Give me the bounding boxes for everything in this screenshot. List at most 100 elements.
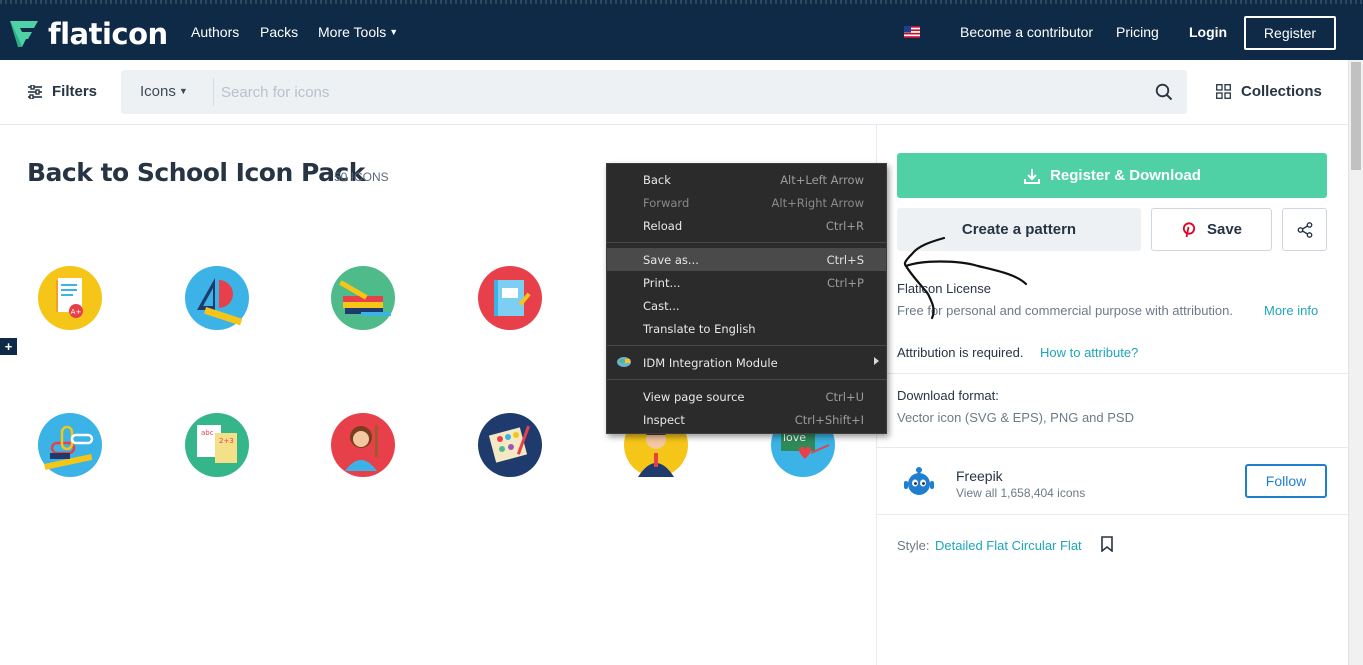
become-contributor-link[interactable]: Become a contributor	[960, 24, 1093, 40]
ctx-print[interactable]: Print... Ctrl+P	[607, 271, 886, 294]
nav-packs[interactable]: Packs	[260, 24, 298, 40]
ctx-separator	[607, 379, 886, 380]
flaticon-logo[interactable]: flaticon	[8, 17, 168, 51]
how-to-attribute-link[interactable]: How to attribute?	[1040, 345, 1138, 360]
teacher-icon	[345, 425, 378, 471]
freepik-avatar[interactable]	[901, 464, 937, 500]
search-input[interactable]	[221, 76, 1141, 108]
pack-sidebar: Register & Download Create a pattern Sav…	[876, 125, 1349, 665]
pack-icon-teacher[interactable]	[331, 413, 395, 477]
us-flag-icon[interactable]	[904, 26, 920, 38]
search-icon[interactable]	[1155, 83, 1173, 101]
ctx-reload[interactable]: Reload Ctrl+R	[607, 214, 886, 237]
collections-button[interactable]: Collections	[1216, 83, 1322, 100]
bookmark-icon[interactable]	[1101, 536, 1113, 552]
pinterest-icon	[1182, 221, 1196, 237]
search-type-label: Icons	[140, 83, 176, 100]
ctx-print-shortcut: Ctrl+P	[826, 276, 864, 290]
ctx-idm-module[interactable]: IDM Integration Module	[607, 351, 886, 374]
pack-icon-geometry-tools[interactable]	[185, 266, 249, 330]
divider	[877, 514, 1349, 515]
ctx-save-as-label: Save as...	[643, 253, 699, 267]
license-title: Flaticon License	[897, 281, 991, 296]
ctx-reload-label: Reload	[643, 219, 683, 233]
collections-label: Collections	[1241, 83, 1322, 100]
ctx-translate-label: Translate to English	[643, 322, 756, 336]
ctx-cast[interactable]: Cast...	[607, 294, 886, 317]
register-button[interactable]: Register	[1244, 16, 1336, 50]
register-download-label: Register & Download	[1050, 167, 1201, 184]
save-button[interactable]: Save	[1151, 208, 1272, 251]
pricing-link[interactable]: Pricing	[1116, 24, 1159, 40]
ctx-forward[interactable]: Forward Alt+Right Arrow	[607, 191, 886, 214]
notebook-icon	[494, 280, 531, 316]
expand-plus-button[interactable]: +	[0, 338, 17, 355]
ctx-forward-shortcut: Alt+Right Arrow	[771, 196, 864, 210]
license-more-info-link[interactable]: More info	[1264, 303, 1318, 318]
icon-count: 50 ICONS	[334, 170, 389, 184]
attribution-text: Attribution is required.	[897, 345, 1024, 360]
format-text: Vector icon (SVG & EPS), PNG and PSD	[897, 410, 1134, 425]
login-link[interactable]: Login	[1189, 24, 1227, 40]
ctx-inspect[interactable]: Inspect Ctrl+Shift+I	[607, 408, 886, 431]
geometry-tools-icon	[197, 278, 243, 326]
license-text: Free for personal and commercial purpose…	[897, 303, 1233, 318]
logo-text: flaticon	[48, 17, 168, 51]
ctx-back-shortcut: Alt+Left Arrow	[780, 173, 864, 187]
share-icon	[1297, 221, 1312, 238]
style-link[interactable]: Detailed Flat Circular Flat	[935, 538, 1082, 553]
download-icon	[1024, 168, 1041, 184]
ctx-save-as[interactable]: Save as... Ctrl+S	[607, 248, 886, 271]
report-card-icon: A+	[56, 278, 83, 318]
ctx-cast-label: Cast...	[643, 299, 680, 313]
create-pattern-button[interactable]: Create a pattern	[897, 208, 1141, 251]
ctx-view-source-label: View page source	[643, 390, 745, 404]
nav-authors[interactable]: Authors	[191, 24, 239, 40]
sliders-icon	[28, 84, 42, 99]
paperclips-icon	[44, 425, 94, 470]
pack-icon-paint-palette[interactable]	[478, 413, 542, 477]
style-label: Style:	[897, 538, 930, 553]
caret-down-icon: ▼	[178, 86, 188, 96]
ctx-save-as-shortcut: Ctrl+S	[826, 253, 864, 267]
pack-icon-worksheet[interactable]: abc 2+3	[185, 413, 249, 477]
ctx-inspect-label: Inspect	[643, 413, 685, 427]
browser-context-menu: Back Alt+Left Arrow Forward Alt+Right Ar…	[606, 163, 887, 434]
nav-more-tools-label: More Tools	[318, 24, 387, 40]
pencils-books-icon	[339, 280, 391, 316]
pack-icon-pencils-books[interactable]	[331, 266, 395, 330]
register-download-button[interactable]: Register & Download	[897, 153, 1327, 198]
share-button[interactable]	[1282, 208, 1327, 251]
author-name[interactable]: Freepik	[956, 468, 1003, 484]
search-type-select[interactable]: Icons ▼	[140, 83, 188, 100]
pack-icon-notebook[interactable]	[478, 266, 542, 330]
grid-icon	[1216, 84, 1231, 99]
search-divider	[213, 78, 214, 106]
divider	[877, 373, 1349, 374]
submenu-arrow-icon	[874, 357, 879, 365]
format-title: Download format:	[897, 388, 999, 403]
svg-text:abc: abc	[201, 429, 214, 437]
search-bar-row: Filters Icons▼ Collections	[0, 60, 1363, 125]
save-label: Save	[1206, 221, 1243, 238]
page-title: Back to School Icon Pack	[27, 158, 365, 187]
idm-icon	[617, 357, 631, 367]
flaticon-logo-icon	[10, 21, 38, 47]
pack-icon-report-card[interactable]: A+	[38, 266, 102, 330]
nav-more-tools[interactable]: More Tools ▼	[318, 24, 398, 40]
scrollbar-thumb[interactable]	[1351, 62, 1361, 170]
follow-button[interactable]: Follow	[1245, 464, 1327, 498]
author-sub[interactable]: View all 1,658,404 icons	[956, 486, 1085, 500]
pack-icon-paperclips[interactable]	[38, 413, 102, 477]
svg-text:2+3: 2+3	[219, 437, 234, 445]
ctx-forward-label: Forward	[643, 196, 690, 210]
filters-button[interactable]: Filters	[27, 83, 97, 100]
svg-text:A+: A+	[71, 308, 82, 316]
ctx-translate[interactable]: Translate to English	[607, 317, 886, 340]
top-navbar: flaticon Authors Packs More Tools ▼ Becom…	[0, 0, 1363, 60]
ctx-view-source[interactable]: View page source Ctrl+U	[607, 385, 886, 408]
page-scrollbar[interactable]	[1348, 60, 1363, 665]
caret-down-icon: ▼	[389, 27, 399, 37]
ctx-back-label: Back	[643, 173, 671, 187]
ctx-back[interactable]: Back Alt+Left Arrow	[607, 168, 886, 191]
